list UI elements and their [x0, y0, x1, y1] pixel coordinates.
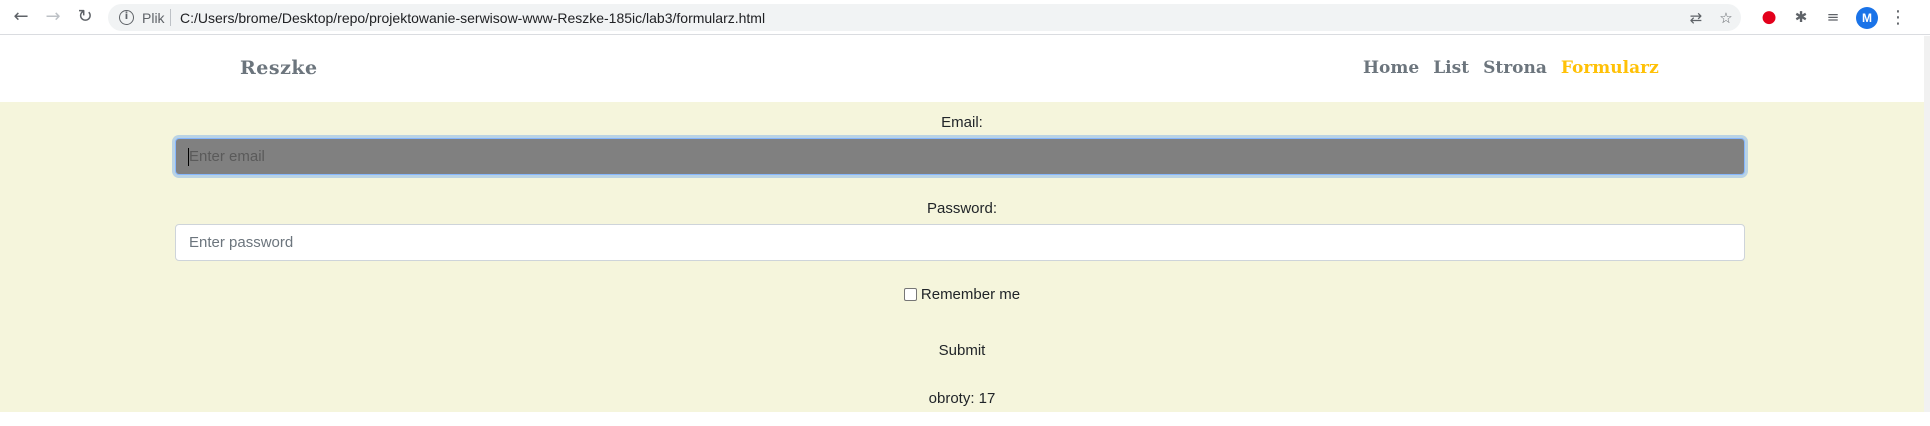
opera-extension-icon[interactable]: ● — [1759, 7, 1779, 27]
email-field[interactable]: Enter email — [175, 138, 1745, 175]
address-bar[interactable]: i Plik C:/Users/brome/Desktop/repo/proje… — [108, 4, 1741, 31]
email-label: Email: — [941, 114, 983, 131]
password-field[interactable]: Enter password — [175, 224, 1745, 261]
password-placeholder: Enter password — [189, 234, 294, 251]
remember-me-row: Remember me — [0, 286, 1924, 303]
url-text[interactable]: C:/Users/brome/Desktop/repo/projektowani… — [180, 10, 765, 26]
profile-avatar[interactable]: M — [1856, 7, 1878, 29]
site-header: Reszke Home List Strona Formularz — [0, 36, 1924, 102]
nav-link-list[interactable]: List — [1433, 58, 1469, 78]
text-caret — [188, 148, 189, 166]
bookmark-star-icon[interactable]: ☆ — [1716, 8, 1736, 28]
back-icon[interactable]: ← — [10, 6, 32, 28]
browser-menu-icon[interactable]: ⋮ — [1888, 7, 1908, 29]
email-placeholder: Enter email — [189, 148, 265, 165]
address-divider — [170, 9, 171, 26]
reload-icon[interactable]: ↻ — [74, 6, 96, 28]
site-nav: Home List Strona Formularz — [1363, 58, 1659, 78]
password-label: Password: — [926, 200, 998, 217]
page-content: Reszke Home List Strona Formularz Email:… — [0, 36, 1924, 412]
page-scrollbar[interactable] — [1924, 36, 1930, 412]
nav-link-formularz[interactable]: Formularz — [1561, 58, 1659, 78]
nav-link-strona[interactable]: Strona — [1483, 58, 1547, 78]
info-icon[interactable]: i — [119, 10, 134, 25]
remember-me-checkbox[interactable] — [903, 288, 917, 301]
media-playlist-icon[interactable]: ≡ — [1823, 7, 1843, 27]
nav-link-home[interactable]: Home — [1363, 58, 1419, 78]
submit-button[interactable]: Submit — [0, 342, 1924, 359]
rotation-counter: obroty: 17 — [928, 390, 996, 407]
extensions-puzzle-icon[interactable]: ✱ — [1791, 7, 1811, 27]
remember-me-label[interactable]: Remember me — [921, 286, 1020, 303]
forward-icon[interactable]: → — [42, 6, 64, 28]
browser-toolbar: ← → ↻ i Plik C:/Users/brome/Desktop/repo… — [0, 0, 1930, 35]
scheme-label: Plik — [142, 10, 165, 26]
form-section: Email: Enter email Password: Enter passw… — [0, 102, 1924, 412]
site-brand[interactable]: Reszke — [240, 57, 318, 79]
translate-icon[interactable]: ⇄ — [1686, 8, 1706, 28]
page-bottom-edge — [0, 412, 1930, 426]
